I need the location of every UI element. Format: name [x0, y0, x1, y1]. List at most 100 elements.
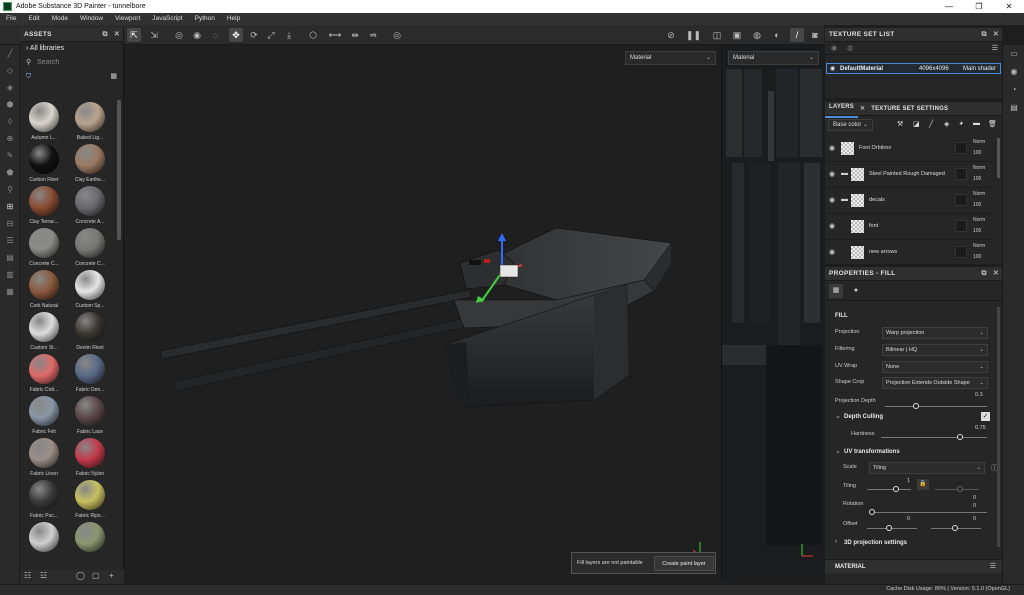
paint-brush-icon[interactable]: / [790, 28, 804, 42]
layer-row[interactable]: ◉ new arrows Norm 100 [825, 240, 996, 266]
float-icon[interactable]: ⧉ [982, 31, 987, 38]
asset-item[interactable]: Clay Earthe... [68, 144, 112, 186]
asset-item[interactable] [68, 522, 112, 564]
asset-item[interactable]: Clay Terrac... [22, 186, 66, 228]
folder-icon[interactable]: ▬ [841, 170, 848, 177]
move-icon[interactable]: ✥ [229, 28, 243, 42]
projection-depth-handle[interactable] [913, 403, 919, 409]
material-sphere-icon[interactable]: ● [849, 284, 863, 298]
settings-target-icon[interactable]: ◎ [390, 28, 404, 42]
viewport-material-dropdown[interactable]: Material ⌄ [625, 51, 716, 65]
asset-item[interactable]: Fabric Rips... [68, 480, 112, 522]
wireframe-icon[interactable]: ⇏ [366, 28, 380, 42]
history-icon[interactable]: ◔ [1003, 81, 1024, 99]
layer-mask-slot[interactable] [955, 246, 967, 258]
close-window-button[interactable]: ✕ [994, 0, 1024, 13]
scale-icon[interactable]: ⤢ [264, 28, 278, 42]
channel-dropdown[interactable]: Base color ⌄ [828, 119, 873, 131]
layer-row[interactable]: ◉ font Norm 100 [825, 214, 996, 240]
menu-python[interactable]: Python [189, 13, 221, 25]
cube-icon[interactable]: ▦ [0, 283, 20, 300]
add-fill-layer-icon[interactable]: ◈ [944, 120, 949, 128]
tab-layers[interactable]: LAYERS [825, 100, 858, 118]
3d-cube-icon[interactable]: ▣ [730, 28, 744, 42]
add-paint-layer-icon[interactable]: ╱ [929, 120, 933, 128]
scale-dropdown[interactable]: Tiling ⌄ [869, 462, 985, 474]
tiling-slider[interactable] [867, 489, 911, 490]
properties-scrollbar[interactable] [997, 307, 1000, 547]
layer-opacity[interactable]: 100 [973, 254, 981, 260]
material-picker-icon[interactable]: ⚲ [0, 181, 20, 198]
solo-icon[interactable]: ◍ [847, 44, 853, 52]
blend-mode[interactable]: Norm [973, 217, 985, 223]
grid-icon[interactable]: ⇹ [348, 28, 362, 42]
hardness-handle[interactable] [957, 434, 963, 440]
hardness-slider[interactable] [881, 437, 987, 438]
grid-view-icon[interactable]: ▦ [110, 70, 117, 83]
hide-icon[interactable]: ⊘ [664, 28, 678, 42]
geometry-mask-icon[interactable]: ⬢ [0, 96, 20, 113]
rotate-icon[interactable]: ⟳ [247, 28, 261, 42]
close-icon[interactable]: ✕ [993, 270, 999, 277]
mirror-icon[interactable]: ⟷ [328, 28, 342, 42]
close-icon[interactable]: ✕ [114, 31, 120, 38]
menu-edit[interactable]: Edit [22, 13, 45, 25]
asset-item[interactable]: Custom Sp... [68, 270, 112, 312]
assets-scrollbar[interactable] [117, 100, 121, 240]
visibility-icon[interactable]: ◉ [831, 44, 837, 52]
create-paint-layer-button[interactable]: Create paint layer [654, 556, 714, 571]
chevron-right-icon[interactable]: › [835, 538, 837, 545]
asset-item[interactable]: Fabric Nylon [68, 438, 112, 480]
add-icon[interactable]: + [109, 571, 114, 580]
asset-item[interactable]: Concrete A... [68, 186, 112, 228]
asset-item[interactable]: Fabric Cott... [22, 354, 66, 396]
layer-opacity[interactable]: 100 [973, 150, 981, 156]
library-selector[interactable]: › All libraries [20, 42, 123, 55]
asset-item[interactable]: Concrete C... [68, 228, 112, 270]
material-section-header[interactable]: MATERIAL ☰ [825, 559, 1002, 573]
menu-icon[interactable]: ☰ [990, 562, 996, 570]
smudge-tool-icon[interactable]: ◊ [0, 113, 20, 130]
document-icon[interactable]: ▤ [0, 249, 20, 266]
tab-texture-set-settings[interactable]: TEXTURE SET SETTINGS [867, 102, 952, 116]
iray-icon[interactable]: ◐ [770, 28, 784, 42]
float-icon[interactable]: ⧉ [982, 270, 987, 277]
asset-item[interactable]: Fabric Lace [68, 396, 112, 438]
eye-icon[interactable]: ◉ [829, 248, 835, 256]
blend-mode[interactable]: Norm [973, 165, 985, 171]
search-input[interactable]: ⚲ Search [24, 57, 119, 68]
shape-crop-dropdown[interactable]: Projection Extends Outside Shape ⌄ [882, 377, 988, 389]
eye-icon[interactable]: ◉ [829, 144, 835, 152]
menu-mode[interactable]: Mode [46, 13, 74, 25]
menu-javascript[interactable]: JavaScript [146, 13, 188, 25]
layer-opacity[interactable]: 100 [973, 228, 981, 234]
shelf-icon[interactable]: ⊟ [0, 215, 20, 232]
import-icon[interactable]: ☷ [24, 571, 31, 580]
add-effect-icon[interactable]: ⚒ [897, 120, 903, 128]
asset-item[interactable]: Fabric Den... [68, 354, 112, 396]
menu-file[interactable]: File [0, 13, 22, 25]
log-icon[interactable]: ▤ [1003, 99, 1024, 117]
lock-icon[interactable]: 🔒 [917, 479, 929, 490]
camera-options-icon[interactable]: ◉ [190, 28, 204, 42]
asset-item[interactable]: Cork Natural [22, 270, 66, 312]
chevron-down-icon[interactable]: ⌄ [835, 412, 841, 420]
clone-tool-icon[interactable]: ⊕ [0, 130, 20, 147]
screenshot-camera-icon[interactable]: ◙ [808, 28, 822, 42]
offset-y-handle[interactable] [952, 525, 958, 531]
asset-item[interactable]: Fabric Felt [22, 396, 66, 438]
eye-icon[interactable]: ◉ [830, 64, 835, 74]
bake-icon[interactable]: ▥ [0, 266, 20, 283]
layer-row[interactable]: ◉ ▬ decals Norm 100 [825, 188, 996, 214]
blend-mode[interactable]: Norm [973, 243, 985, 249]
asset-item[interactable]: Fabric Linen [22, 438, 66, 480]
paint-tool-icon[interactable]: ╱ [0, 45, 20, 62]
float-icon[interactable]: ⧉ [103, 31, 108, 38]
3d-viewport[interactable]: Material ⌄ [124, 45, 721, 580]
symmetry-options-icon[interactable]: ⇲ [147, 28, 161, 42]
eye-icon[interactable]: ◉ [829, 196, 835, 204]
filtering-dropdown[interactable]: Bilinear | HQ ⌄ [882, 344, 988, 356]
delete-layer-icon[interactable]: 🗑 [988, 120, 997, 128]
add-mask-icon[interactable]: ◪ [913, 120, 920, 128]
add-smart-material-icon[interactable]: ◕ [959, 120, 963, 127]
